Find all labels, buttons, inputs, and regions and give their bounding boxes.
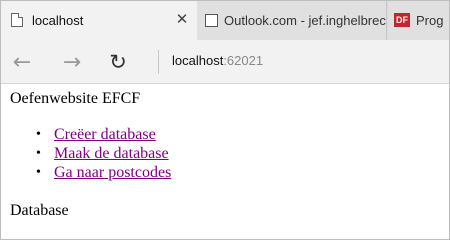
page-heading: Oefenwebsite EFCF [10, 90, 141, 107]
mail-icon [205, 13, 218, 27]
postcodes-link[interactable]: Ga naar postcodes [54, 164, 171, 182]
tab-outlook[interactable]: Outlook.com - jef.inghelbrec [197, 0, 387, 40]
list-item: • Creëer database [36, 125, 171, 144]
list-item: • Ga naar postcodes [36, 163, 171, 182]
divider [158, 50, 159, 74]
address-port: :62021 [223, 53, 264, 68]
tab-localhost[interactable]: localhost ✕ [0, 0, 197, 40]
tab-title: Outlook.com - jef.inghelbrec [224, 12, 386, 28]
page-icon [11, 13, 23, 27]
bullet: • [36, 145, 41, 161]
list-item: • Maak de database [36, 144, 171, 163]
tab-title: Prog [416, 12, 444, 28]
bullet: • [36, 126, 41, 142]
section-title: Database [10, 202, 69, 219]
create-database-link[interactable]: Creëer database [54, 126, 156, 144]
tab-title: localhost [32, 12, 84, 28]
bullet: • [36, 164, 41, 180]
tab-strip: localhost ✕ Outlook.com - jef.inghelbrec… [0, 0, 450, 40]
brand-icon: DF [394, 13, 410, 27]
close-icon[interactable]: ✕ [175, 12, 189, 27]
refresh-icon[interactable]: ↻ [104, 48, 132, 76]
page-content: Oefenwebsite EFCF • Creëer database • Ma… [0, 85, 450, 240]
navigation-bar: ← → ↻ localhost:62021 [0, 40, 450, 84]
make-database-link[interactable]: Maak de database [54, 145, 169, 163]
address-bar[interactable]: localhost:62021 [172, 53, 263, 68]
address-host: localhost [172, 53, 224, 68]
link-list: • Creëer database • Maak de database • G… [36, 125, 171, 182]
back-arrow-icon[interactable]: ← [8, 48, 36, 76]
forward-arrow-icon[interactable]: → [58, 48, 86, 76]
browser-window: localhost ✕ Outlook.com - jef.inghelbrec… [0, 0, 450, 240]
tab-prog[interactable]: DF Prog [388, 0, 450, 40]
